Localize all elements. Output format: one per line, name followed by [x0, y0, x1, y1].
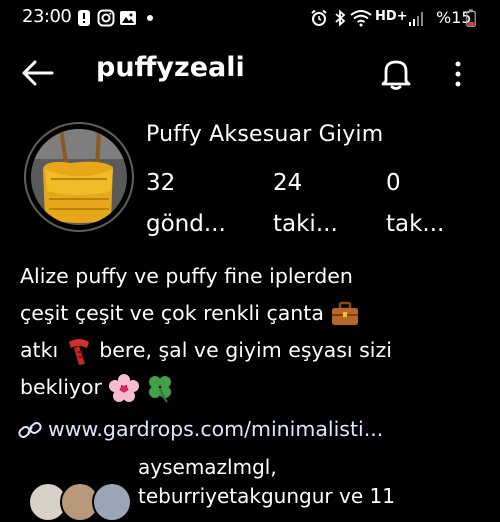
stat-followers-value[interactable]: 24 [273, 170, 302, 196]
alarm-icon [311, 9, 327, 26]
bluetooth-icon [335, 9, 346, 27]
bio-line: atkı bere, şal ve giyim eşyası sizi [20, 332, 490, 369]
profile-bio: Alize puffy ve puffy fine iplerden çeşit… [20, 258, 490, 406]
bell-icon[interactable] [380, 56, 412, 90]
followed-by-text[interactable]: teburriyetakgungur ve 11 [138, 484, 395, 508]
followed-by-text[interactable]: aysemazlmgl, [138, 455, 277, 479]
link-icon [18, 422, 42, 438]
bio-line: çeşit çeşit ve çok renkli çanta [20, 295, 490, 332]
status-bar: 23:00 HD+ %15 [0, 0, 500, 36]
profile-username: puffyzeali [96, 52, 245, 83]
stat-posts-label[interactable]: gönd... [146, 211, 226, 237]
stat-followers-label[interactable]: taki... [273, 211, 338, 237]
battery-icon [466, 9, 476, 27]
stat-following-value[interactable]: 0 [386, 170, 401, 196]
wifi-icon [350, 10, 372, 27]
bio-line: bekliyor [20, 369, 490, 406]
cherry-blossom-icon [108, 374, 139, 402]
profile-link-text[interactable]: www.gardrops.com/minimalisti... [48, 417, 383, 441]
instagram-icon [97, 9, 115, 27]
network-label: HD+ [375, 9, 408, 24]
stat-following-label[interactable]: tak... [386, 211, 444, 237]
profile-link[interactable]: www.gardrops.com/minimalisti... [18, 417, 383, 441]
back-arrow-icon[interactable] [20, 58, 54, 88]
four-leaf-clover-icon [149, 376, 172, 403]
more-vertical-icon[interactable] [448, 58, 468, 90]
dot-icon [147, 15, 153, 21]
display-name: Puffy Aksesuar Giyim [146, 122, 384, 147]
bio-line: Alize puffy ve puffy fine iplerden [20, 264, 353, 288]
avatar[interactable] [31, 129, 127, 225]
stat-posts-value[interactable]: 32 [146, 170, 175, 196]
signal-icon [409, 12, 423, 26]
status-time: 23:00 [22, 6, 72, 27]
briefcase-icon [332, 301, 359, 325]
alert-icon [78, 10, 90, 26]
follower-avatar[interactable] [92, 482, 132, 522]
scarf-icon [68, 339, 89, 365]
gallery-icon [120, 11, 136, 25]
